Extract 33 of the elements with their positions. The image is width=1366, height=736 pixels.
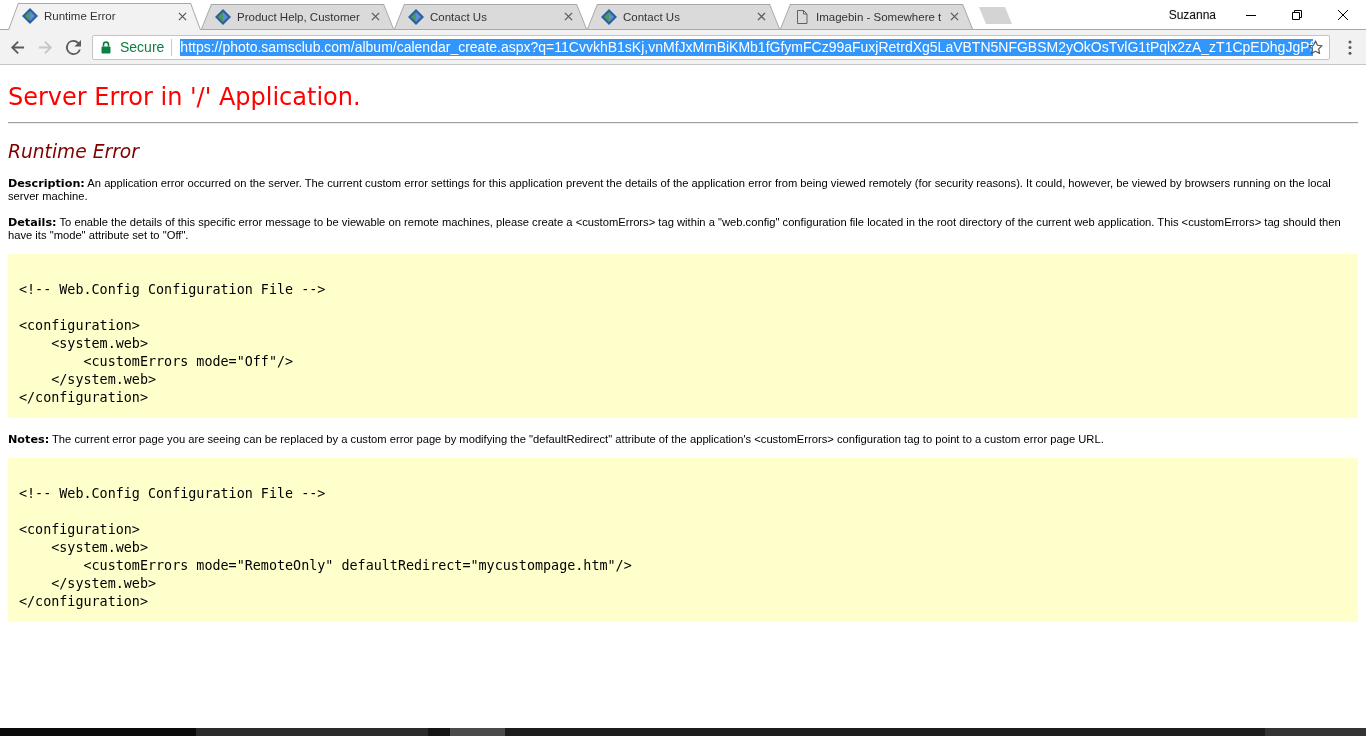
restore-icon xyxy=(1292,9,1302,20)
config-code-block: <!-- Web.Config Configuration File --> <configuration> <system.web> <customErrors mode="RemoteOnly" defaultRedirect="mycustompage.htm"/> </system.web> </configuration> xyxy=(8,458,1358,622)
config-code-block: <!-- Web.Config Configuration File --> <configuration> <system.web> <customErrors mode="Off"/> </system.web> </configuration> xyxy=(8,254,1358,418)
info-paragraph: Notes: The current error page you are seeing can be replaced by a custom error page by modifying the "defaultRedirect" attribute of the application's <customErrors> configuration tag to point to a custom error page URL. xyxy=(8,433,1105,446)
close-icon[interactable] xyxy=(950,12,959,21)
error-heading: Server Error in '/' Application. xyxy=(8,83,362,111)
diamond-favicon-icon xyxy=(408,8,424,25)
close-icon xyxy=(1338,9,1348,20)
security-label: Secure xyxy=(120,39,165,55)
error-title: Runtime Error xyxy=(8,140,141,164)
menu-icon xyxy=(1348,39,1352,55)
close-icon[interactable] xyxy=(564,12,573,21)
lock-icon xyxy=(101,40,111,54)
forward-arrow-icon xyxy=(37,39,53,55)
browser-tab[interactable]: Runtime Error xyxy=(8,3,201,30)
close-icon[interactable] xyxy=(178,11,187,21)
diamond-favicon-icon xyxy=(215,8,231,25)
browser-tab[interactable]: Product Help, Customer xyxy=(201,4,394,30)
browser-tab[interactable]: Contact Us xyxy=(394,4,587,30)
address-bar[interactable]: Secure https://photo.samsclub.com/album/calendar_create.aspx?q=11CvvkhB1sKj,vnMfJxMrnBiKMb1fGfymFCz99aFuxjRetrdXg5LaVBTN5NFGBSM2yOkOsTvlG1tPqlx2zA_zT1CpEDhgJgPf xyxy=(92,34,1330,60)
close-icon[interactable] xyxy=(371,12,380,21)
page-icon xyxy=(794,8,810,25)
profile-button[interactable]: Suzanna xyxy=(1162,3,1222,26)
diamond-favicon-icon xyxy=(601,8,617,25)
close-icon[interactable] xyxy=(757,12,766,21)
reload-icon xyxy=(65,39,81,55)
info-paragraph: Description: An application error occurred on the server. The current custom error settings for this application prevent the details of the application error from being viewed remotely (for security reasons). It could, however, be viewed by browsers running on the local server machine. xyxy=(8,177,1332,203)
back-arrow-icon xyxy=(9,39,25,55)
diamond-favicon-icon xyxy=(22,8,38,24)
url-text: https://photo.samsclub.com/album/calendar_create.aspx?q=11CvvkhB1sKj,vnMfJxMrnBiKMb1fGfymFCz99aFuxjRetrdXg5LaVBTN5NFGBSM2yOkOsTvlG1tPqlx2zA_zT1CpEDhgJgPf xyxy=(180,38,1314,56)
info-paragraph: Details: To enable the details of this specific error message to be viewable on remote machines, please create a <customErrors> tag within a "web.config" configuration file located in the root directory of the current web application. This <customErrors> tag should then have its "mode" attribute set to "Off". xyxy=(8,216,1342,242)
browser-tab[interactable]: Contact Us xyxy=(587,4,780,30)
browser-tab[interactable]: Imagebin - Somewhere t xyxy=(780,4,973,30)
